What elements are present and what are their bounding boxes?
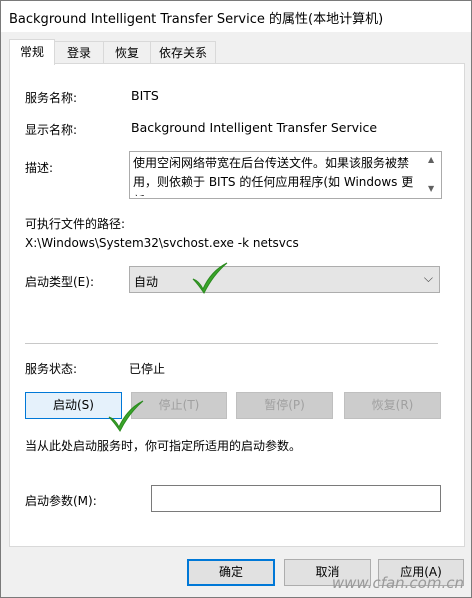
start-params-label: 启动参数(M):	[25, 494, 97, 508]
scroll-up-icon[interactable]: ▲	[428, 155, 434, 164]
properties-dialog: Background Intelligent Transfer Service …	[0, 0, 472, 598]
startup-type-select[interactable]: 自动 ⌵	[129, 266, 440, 293]
title-bar[interactable]: Background Intelligent Transfer Service …	[1, 1, 471, 32]
exe-path-value: X:\Windows\System32\svchost.exe -k netsv…	[25, 236, 299, 250]
service-name-label: 服务名称:	[25, 91, 78, 105]
service-status-value: 已停止	[129, 362, 166, 376]
tab-recovery[interactable]: 恢复	[103, 41, 151, 64]
service-status-label: 服务状态:	[25, 362, 78, 376]
description-scrollbar[interactable]: ▲ ▼	[424, 152, 441, 198]
scroll-down-icon[interactable]: ▼	[428, 184, 434, 193]
start-params-input[interactable]	[151, 485, 441, 512]
start-params-hint: 当从此处启动服务时，你可指定所适用的启动参数。	[25, 439, 302, 453]
tab-logon[interactable]: 登录	[54, 41, 104, 64]
service-name-value: BITS	[131, 88, 159, 103]
description-text: 使用空闲网络带宽在后台传送文件。如果该服务被禁用，则依赖于 BITS 的任何应用…	[133, 156, 414, 196]
display-name-value: Background Intelligent Transfer Service	[131, 120, 378, 135]
section-divider	[25, 343, 438, 344]
display-name-label: 显示名称:	[25, 123, 78, 137]
startup-type-label: 启动类型(E):	[25, 275, 94, 289]
watermark: www.cfan.com.cn	[331, 574, 464, 592]
check-mark-icon	[108, 400, 144, 432]
description-textbox[interactable]: 使用空闲网络带宽在后台传送文件。如果该服务被禁用，则依赖于 BITS 的任何应用…	[129, 151, 442, 199]
check-mark-icon	[192, 262, 228, 294]
stop-service-button[interactable]: 停止(T)	[131, 392, 227, 419]
general-tab-panel	[9, 63, 465, 547]
ok-button[interactable]: 确定	[187, 559, 275, 586]
startup-type-value: 自动	[134, 275, 159, 289]
window-title: Background Intelligent Transfer Service …	[9, 12, 384, 27]
description-label: 描述:	[25, 161, 54, 175]
tab-general[interactable]: 常规	[9, 39, 55, 65]
tab-dependencies[interactable]: 依存关系	[150, 41, 216, 64]
exe-path-label: 可执行文件的路径:	[25, 217, 126, 231]
resume-service-button[interactable]: 恢复(R)	[344, 392, 441, 419]
chevron-down-icon: ⌵	[423, 271, 433, 285]
pause-service-button[interactable]: 暂停(P)	[236, 392, 333, 419]
